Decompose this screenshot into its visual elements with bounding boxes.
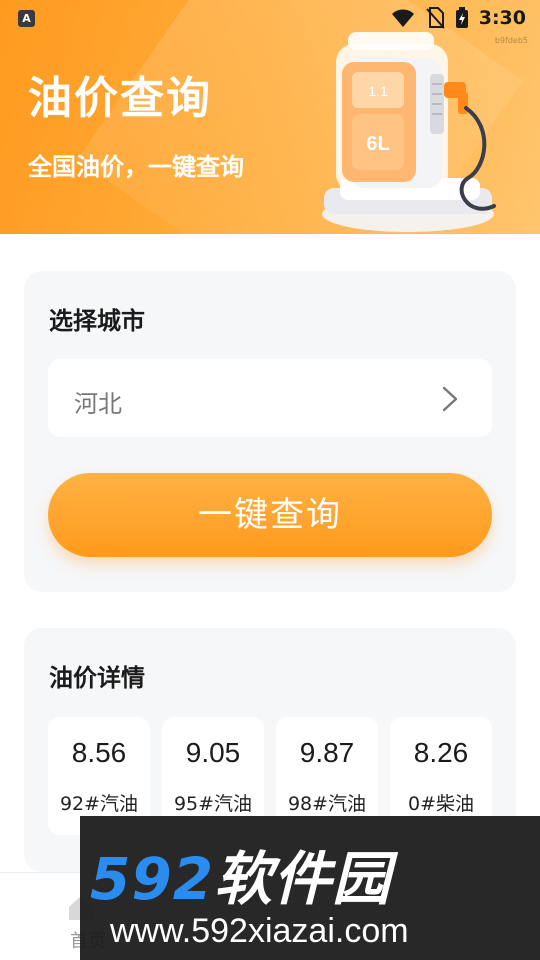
city-select-value: 河北 <box>74 390 122 418</box>
city-select[interactable]: 河北 <box>48 359 492 437</box>
pump-screen-top: 1.1 <box>368 83 388 99</box>
city-card-title: 选择城市 <box>49 307 145 335</box>
status-time: 3:30 <box>478 7 526 29</box>
watermark-brand-text: 软件园 <box>214 845 392 913</box>
page-subtitle: 全国油价，一键查询 <box>28 153 244 181</box>
watermark-url: www.592xiazai.com <box>110 912 409 950</box>
city-card: 选择城市 河北 一键查询 <box>24 271 516 592</box>
watermark-brand-number: 592 <box>90 845 215 913</box>
price-label: 92#汽油 <box>59 793 139 815</box>
no-sim-icon <box>425 7 445 29</box>
price-value: 8.56 <box>71 737 127 768</box>
watermark-brand: 592软件园 <box>90 832 391 916</box>
battery-charging-icon <box>455 7 468 28</box>
status-bar: A 3:30 <box>0 0 540 36</box>
price-value: 8.26 <box>413 737 469 768</box>
price-value: 9.87 <box>299 737 355 768</box>
pump-screen-bottom: 6L <box>366 133 389 155</box>
fuel-pump-illustration: 1.1 6L <box>322 32 496 232</box>
page-title: 油价查询 <box>28 73 212 124</box>
price-detail-title: 油价详情 <box>49 664 145 692</box>
watermark-overlay: 592软件园 www.592xiazai.com <box>80 816 540 960</box>
query-button[interactable]: 一键查询 <box>48 473 492 557</box>
wifi-icon <box>391 9 414 27</box>
app-notification-icon: A <box>18 9 35 27</box>
price-value: 9.05 <box>185 737 241 768</box>
price-label: 95#汽油 <box>173 793 253 815</box>
price-label: 0#柴油 <box>407 793 474 815</box>
chevron-right-icon <box>442 386 458 412</box>
price-label: 98#汽油 <box>287 793 367 815</box>
